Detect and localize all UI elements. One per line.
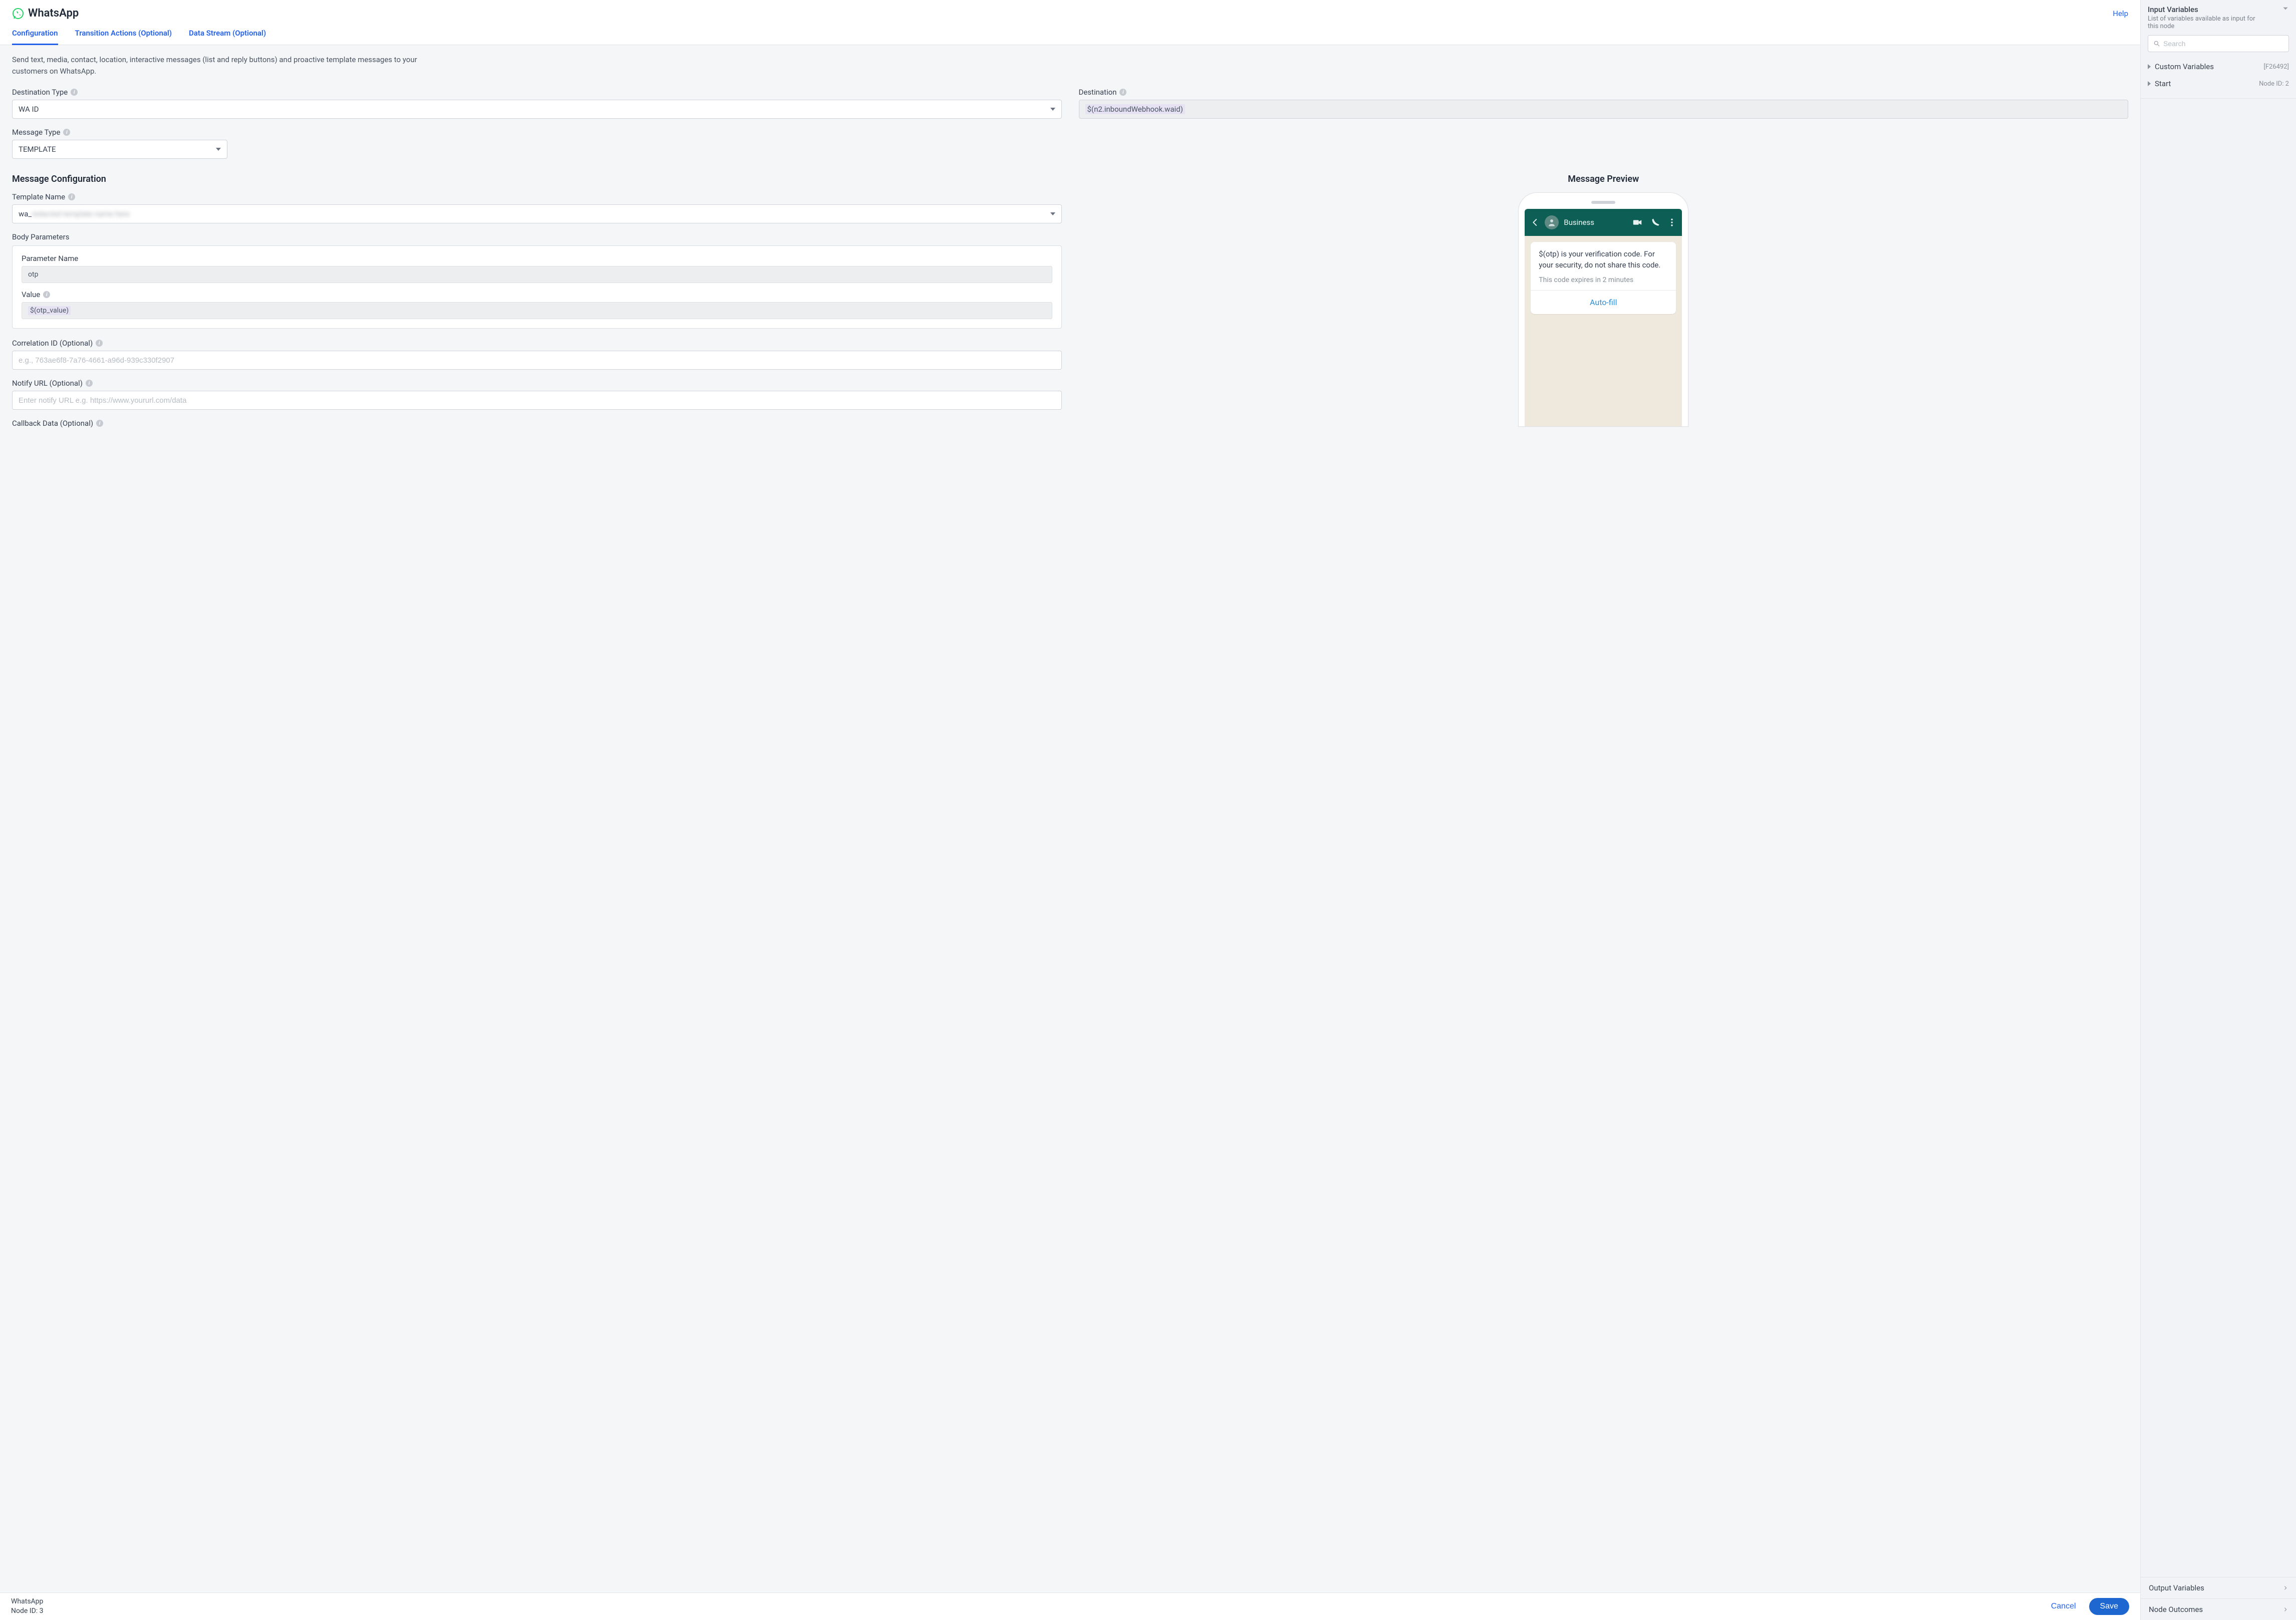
param-name-input: otp: [22, 266, 1052, 283]
info-icon[interactable]: i: [43, 291, 50, 298]
param-name-label: Parameter Name: [22, 254, 78, 263]
body-parameters-header: Body Parameters: [12, 232, 69, 241]
template-name-select[interactable]: wa_redacted template name here: [12, 204, 1062, 223]
triangle-right-icon: [2148, 81, 2151, 86]
search-icon: [2153, 40, 2160, 47]
tab-configuration[interactable]: Configuration: [12, 25, 58, 45]
help-link[interactable]: Help: [2113, 9, 2128, 18]
video-icon: [1632, 217, 1643, 228]
template-name-label: Template Name: [12, 192, 65, 201]
info-icon[interactable]: i: [63, 129, 70, 136]
info-icon[interactable]: i: [1119, 89, 1126, 96]
tree-item-label: Custom Variables: [2155, 62, 2214, 71]
chevron-right-icon: [2283, 1584, 2288, 1591]
notify-url-label: Notify URL (Optional): [12, 379, 83, 388]
tree-item-tag: Node ID: 2: [2259, 80, 2289, 88]
param-value-label: Value: [22, 290, 40, 299]
tree-item-custom-variables[interactable]: Custom Variables [F26492]: [2148, 58, 2289, 75]
destination-value: $(n2.inboundWebhook.waid): [1085, 104, 1185, 114]
notify-url-input[interactable]: [12, 391, 1062, 410]
template-name-value: wa_redacted template name here: [19, 209, 130, 218]
message-type-select[interactable]: TEMPLATE: [12, 140, 227, 159]
param-name-value: otp: [28, 271, 38, 279]
whatsapp-icon: [12, 8, 24, 20]
variables-search[interactable]: [2148, 35, 2289, 52]
message-preview-header: Message Preview: [1568, 174, 1639, 184]
phone-preview: Business: [1518, 192, 1688, 427]
message-config-header: Message Configuration: [12, 174, 1062, 184]
message-type-value: TEMPLATE: [19, 145, 56, 154]
info-icon[interactable]: i: [68, 193, 75, 200]
chevron-down-icon: [1050, 108, 1055, 111]
input-variables-subtitle: List of variables available as input for…: [2148, 15, 2263, 30]
message-bubble: $(otp) is your verification code. For yo…: [1531, 242, 1676, 314]
chevron-right-icon: [2283, 1606, 2288, 1613]
tab-transition-actions[interactable]: Transition Actions (Optional): [75, 25, 172, 45]
output-variables-label: Output Variables: [2149, 1583, 2204, 1592]
correlation-id-input[interactable]: [12, 351, 1062, 370]
correlation-id-label: Correlation ID (Optional): [12, 339, 93, 348]
output-variables-row[interactable]: Output Variables: [2141, 1577, 2296, 1598]
input-variables-title[interactable]: Input Variables: [2148, 5, 2263, 14]
param-value-input[interactable]: $(otp_value): [22, 302, 1052, 319]
body-parameter-box: Parameter Name otp Value i: [12, 245, 1062, 329]
destination-type-value: WA ID: [19, 105, 39, 114]
message-type-label: Message Type: [12, 128, 60, 137]
tree-item-label: Start: [2155, 79, 2171, 88]
destination-label: Destination: [1079, 88, 1117, 97]
save-button[interactable]: Save: [2089, 1598, 2129, 1615]
tree-item-tag: [F26492]: [2263, 63, 2289, 71]
destination-type-label: Destination Type: [12, 88, 68, 97]
more-vert-icon: [1668, 217, 1676, 227]
intro-text: Send text, media, contact, location, int…: [12, 54, 453, 77]
back-arrow-icon: [1531, 218, 1540, 227]
destination-input[interactable]: $(n2.inboundWebhook.waid): [1079, 100, 2129, 119]
chevron-down-icon: [216, 148, 221, 151]
footer-node-id: Node ID: 3: [11, 1606, 44, 1616]
info-icon[interactable]: i: [96, 420, 103, 427]
node-outcomes-label: Node Outcomes: [2149, 1605, 2203, 1614]
destination-type-select[interactable]: WA ID: [12, 100, 1062, 119]
business-name: Business: [1564, 218, 1594, 227]
info-icon[interactable]: i: [71, 89, 78, 96]
footer-node-name: WhatsApp: [11, 1597, 44, 1606]
chevron-down-icon: [1050, 212, 1055, 215]
param-value-value: $(otp_value): [28, 306, 71, 315]
cancel-button[interactable]: Cancel: [2045, 1599, 2082, 1614]
autofill-button[interactable]: Auto-fill: [1531, 291, 1676, 314]
message-body: $(otp) is your verification code. For yo…: [1531, 242, 1676, 276]
phone-icon: [1651, 217, 1661, 227]
node-outcomes-row[interactable]: Node Outcomes: [2141, 1598, 2296, 1620]
tab-data-stream[interactable]: Data Stream (Optional): [189, 25, 266, 45]
variables-search-input[interactable]: [2163, 40, 2283, 48]
triangle-right-icon: [2148, 64, 2151, 69]
phone-speaker: [1591, 201, 1615, 204]
collapse-icon[interactable]: [2282, 5, 2289, 12]
whatsapp-header: Business: [1525, 209, 1682, 236]
page-title: WhatsApp: [28, 7, 79, 20]
avatar-icon: [1545, 215, 1559, 229]
info-icon[interactable]: i: [86, 380, 93, 387]
tree-item-start[interactable]: Start Node ID: 2: [2148, 75, 2289, 92]
info-icon[interactable]: i: [96, 340, 103, 347]
callback-data-label: Callback Data (Optional): [12, 419, 93, 428]
message-hint: This code expires in 2 minutes: [1531, 276, 1676, 290]
